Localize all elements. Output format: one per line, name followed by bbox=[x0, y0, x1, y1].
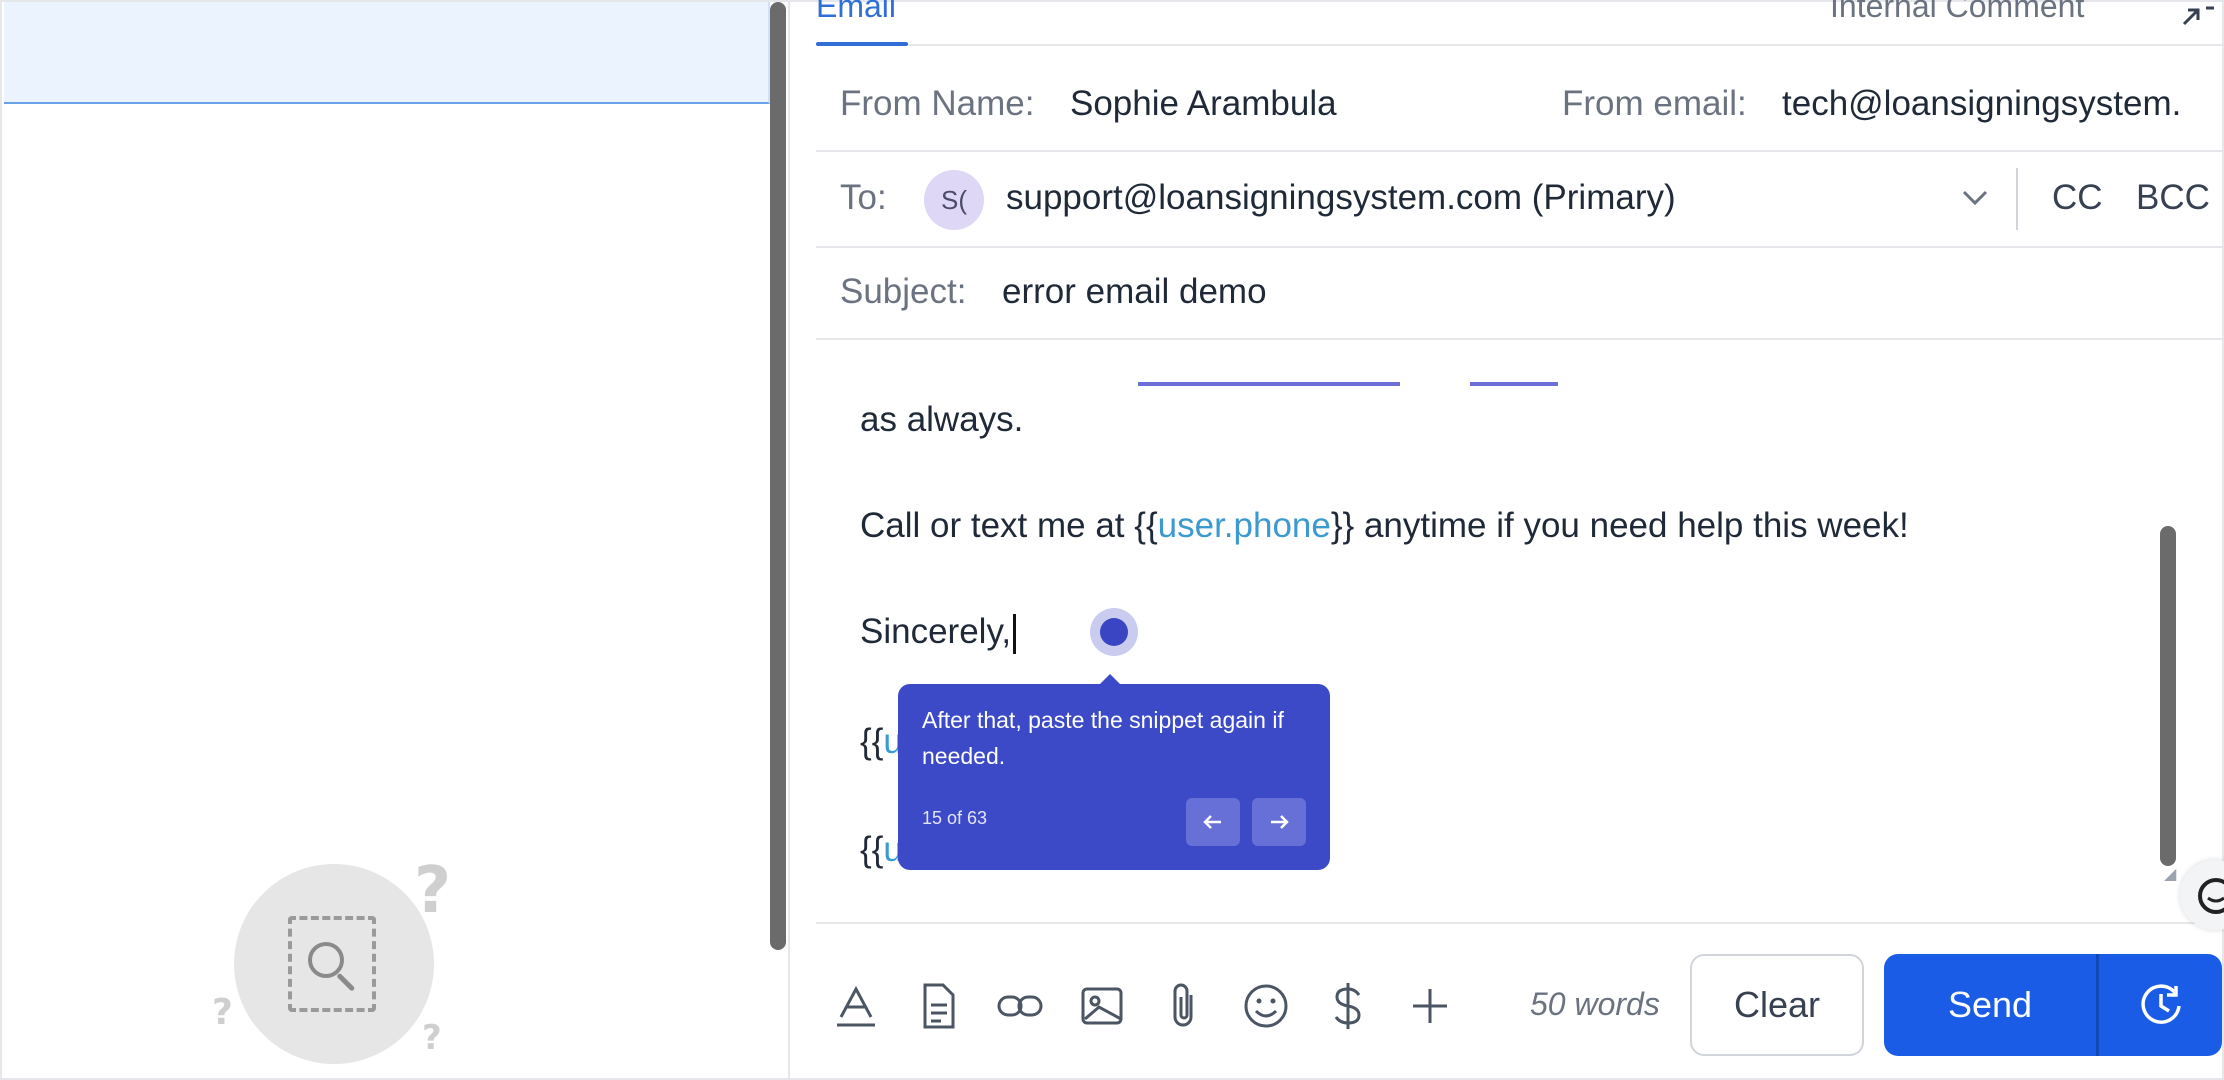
from-name-label: From Name: bbox=[840, 84, 1035, 123]
clear-button[interactable]: Clear bbox=[1690, 954, 1864, 1056]
to-recipient-select[interactable]: support@loansigningsystem.com (Primary) bbox=[1006, 178, 1676, 218]
subject-row: Subject: error email demo bbox=[816, 248, 2224, 340]
send-button-group: Send bbox=[1884, 954, 2222, 1056]
compose-toolbar: 50 words Clear Send bbox=[816, 926, 2224, 1080]
body-line: as always. bbox=[860, 400, 1024, 439]
composer-tabs: Email Internal Comment bbox=[816, 0, 2224, 46]
selected-conversation-item[interactable] bbox=[4, 2, 770, 104]
from-row: From Name: Sophie Arambula From email: t… bbox=[816, 46, 2224, 152]
divider bbox=[2096, 954, 2099, 1056]
document-icon[interactable] bbox=[910, 978, 966, 1034]
body-line: {{u bbox=[860, 830, 903, 869]
link-icon[interactable] bbox=[992, 978, 1048, 1034]
send-button[interactable]: Send bbox=[1884, 954, 2096, 1056]
walkthrough-beacon[interactable] bbox=[1090, 608, 1138, 656]
arrow-left-icon bbox=[1203, 815, 1221, 829]
email-composer: Email Internal Comment From Name: Sophie… bbox=[816, 0, 2224, 1080]
text-format-icon[interactable] bbox=[828, 978, 884, 1034]
question-mark-decoration: ? bbox=[414, 854, 452, 928]
from-name-value[interactable]: Sophie Arambula bbox=[1070, 84, 1337, 124]
clock-icon bbox=[2141, 984, 2181, 1024]
tooltip-step-counter: 15 of 63 bbox=[922, 808, 988, 828]
image-icon[interactable] bbox=[1074, 978, 1130, 1034]
walkthrough-tooltip: After that, paste the snippet again if n… bbox=[898, 674, 1330, 870]
tab-internal-comment[interactable]: Internal Comment bbox=[1830, 0, 2084, 25]
paperclip-icon[interactable] bbox=[1156, 978, 1212, 1034]
left-panel-scrollbar[interactable] bbox=[770, 2, 786, 950]
text-caret bbox=[1013, 613, 1017, 654]
word-count: 50 words bbox=[1530, 986, 1660, 1022]
body-line: Sincerely, bbox=[860, 612, 1017, 654]
from-email-label: From email: bbox=[1562, 84, 1747, 123]
tooltip-text: After that, paste the snippet again if n… bbox=[922, 707, 1284, 769]
schedule-send-button[interactable] bbox=[2100, 954, 2222, 1056]
subject-label: Subject: bbox=[840, 272, 967, 311]
question-mark-decoration: ? bbox=[212, 992, 233, 1033]
to-label: To: bbox=[840, 178, 887, 217]
empty-state-illustration bbox=[234, 864, 434, 1064]
question-mark-decoration: ? bbox=[422, 1018, 442, 1058]
resize-grip-icon[interactable]: ◢ bbox=[2164, 864, 2176, 884]
chat-icon bbox=[2198, 878, 2224, 914]
body-line: {{u bbox=[860, 722, 903, 761]
expand-icon[interactable] bbox=[2176, 2, 2216, 32]
cc-button[interactable]: CC bbox=[2052, 178, 2103, 218]
subject-input[interactable]: error email demo bbox=[1002, 272, 1267, 312]
tooltip-next-button[interactable] bbox=[1252, 798, 1306, 846]
chevron-down-icon[interactable] bbox=[1958, 182, 1992, 212]
editor-scrollbar[interactable] bbox=[2160, 526, 2176, 866]
conversation-list-panel: ? ? ? bbox=[4, 2, 770, 1078]
panel-divider[interactable] bbox=[788, 2, 790, 1080]
bcc-button[interactable]: BCC bbox=[2136, 178, 2210, 218]
divider bbox=[2016, 168, 2018, 230]
to-row: To: S( support@loansigningsystem.com (Pr… bbox=[816, 152, 2224, 248]
arrow-right-icon bbox=[1271, 815, 1289, 829]
plus-icon[interactable] bbox=[1402, 978, 1458, 1034]
tab-email[interactable]: Email bbox=[816, 0, 896, 25]
dollar-icon[interactable] bbox=[1320, 978, 1376, 1034]
avatar: S( bbox=[924, 170, 984, 230]
merge-variable: user.phone bbox=[1157, 506, 1331, 545]
emoji-icon[interactable] bbox=[1238, 978, 1294, 1034]
tooltip-prev-button[interactable] bbox=[1186, 798, 1240, 846]
from-email-value[interactable]: tech@loansigningsystem. bbox=[1782, 84, 2181, 124]
app-window: ? ? ? Email Internal Comment From Name: … bbox=[0, 0, 2224, 1080]
body-line: Call or text me at {{user.phone}} anytim… bbox=[860, 506, 1909, 545]
chat-widget-button[interactable] bbox=[2180, 860, 2224, 930]
